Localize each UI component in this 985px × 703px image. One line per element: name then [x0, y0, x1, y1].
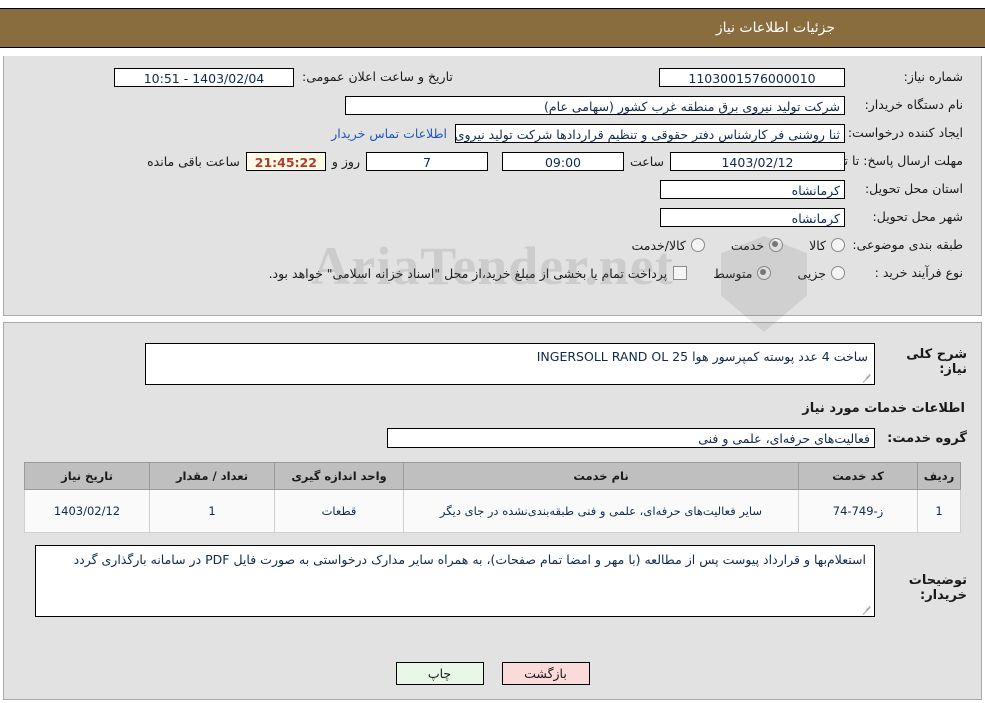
request-creator-label: ایجاد کننده درخواست: [847, 125, 963, 141]
th-service-code: کد خدمت [798, 462, 918, 490]
general-description-textarea[interactable]: ساخت 4 عدد پوسته کمپرسور هوا INGERSOLL R… [145, 343, 875, 385]
radio-indicator-icon [690, 238, 705, 252]
radio-indicator-icon [831, 266, 845, 280]
cell-need-date: 1403/02/12 [24, 489, 150, 533]
remaining-days-label: روز و [331, 153, 360, 169]
print-button[interactable]: چاپ [395, 662, 484, 685]
service-group-value: فعالیت‌های حرفه‌ای، علمی و فنی [387, 428, 875, 448]
row-purchase-process: نوع فرآیند خرید : جزیی متوسط پرداخت تمام… [14, 262, 963, 284]
countdown-timer-value: 21:45:22 [245, 151, 326, 171]
radio-indicator-icon [831, 238, 845, 252]
radio-process-motevaset[interactable]: متوسط [713, 265, 772, 281]
resize-grip-icon[interactable] [863, 374, 872, 383]
cell-service-name: سایر فعالیت‌های حرفه‌ای، علمی و فنی طبقه… [403, 489, 799, 533]
delivery-province-value: کرمانشاه [660, 179, 845, 199]
radio-category-kala[interactable]: کالا [809, 238, 845, 253]
row-buyer-notes: توضیحات خریدار: استعلام‌بها و قرارداد پی… [18, 545, 967, 617]
row-service-group: گروه خدمت: فعالیت‌های حرفه‌ای، علمی و فن… [18, 428, 967, 448]
footer-button-bar: بازگشت چاپ [4, 662, 981, 685]
cell-radif: 1 [917, 489, 961, 533]
treasury-payment-note: پرداخت تمام یا بخشی از مبلغ خرید،از محل … [268, 265, 668, 281]
page-header-bar: جزئیات اطلاعات نیاز [0, 8, 985, 48]
cell-service-code: ز-749-74 [798, 489, 918, 533]
page-root: جزئیات اطلاعات نیاز شماره نیاز: 11030015… [0, 0, 985, 703]
need-number-value: 1103001576000010 [659, 67, 845, 87]
th-quantity: تعداد / مقدار [149, 462, 275, 490]
subject-category-label: طبقه بندی موضوعی: [852, 237, 963, 253]
deadline-time-label: ساعت [629, 153, 664, 169]
radio-category-kala-label: کالا [809, 237, 826, 253]
need-summary-panel: شماره نیاز: 1103001576000010 تاریخ و ساع… [3, 56, 982, 316]
delivery-city-label: شهر محل تحویل: [872, 209, 963, 225]
table-row: 1 ز-749-74 سایر فعالیت‌های حرفه‌ای، علمی… [24, 489, 961, 533]
radio-category-khedmat-label: خدمت [730, 237, 765, 253]
general-description-label: شرح کلی نیاز: [906, 347, 967, 377]
page-title: جزئیات اطلاعات نیاز [715, 20, 835, 36]
row-subject-category: طبقه بندی موضوعی: کالا خدمت کالا/خدمت [14, 234, 963, 256]
th-radif: ردیف [917, 462, 961, 490]
countdown-timer-label: ساعت باقی مانده [147, 153, 240, 169]
radio-process-jozei[interactable]: جزیی [797, 266, 845, 281]
deadline-time-value: 09:00 [501, 151, 624, 171]
subject-category-radio-group: کالا خدمت کالا/خدمت [605, 238, 845, 253]
th-need-date: تاریخ نیاز [24, 462, 150, 490]
delivery-province-label: استان محل تحویل: [864, 181, 963, 197]
need-details-panel: شرح کلی نیاز: ساخت 4 عدد پوسته کمپرسور ه… [3, 322, 982, 700]
general-description-value: ساخت 4 عدد پوسته کمپرسور هوا INGERSOLL R… [536, 349, 868, 364]
purchase-process-label: نوع فرآیند خرید : [874, 265, 963, 281]
request-creator-value: ثنا روشنی فر کارشناس دفتر حقوقی و تنظیم … [455, 123, 845, 143]
buyer-notes-textarea[interactable]: استعلام‌بها و قرارداد پیوست پس از مطالعه… [35, 545, 875, 617]
announce-datetime-label: تاریخ و ساعت اعلان عمومی: [302, 69, 453, 85]
service-group-label: گروه خدمت: [887, 430, 967, 446]
remaining-days-value: 7 [365, 151, 488, 171]
delivery-city-value: کرمانشاه [660, 207, 845, 227]
buyer-org-value: شرکت تولید نیروی برق منطقه غرب کشور (سها… [345, 95, 845, 115]
treasury-payment-checkbox[interactable] [673, 266, 688, 280]
row-buyer-org: نام دستگاه خریدار: شرکت تولید نیروی برق … [14, 94, 963, 116]
buyer-contact-link[interactable]: اطلاعات تماس خریدار [331, 126, 447, 141]
radio-category-kala-khedmat[interactable]: کالا/خدمت [631, 237, 705, 253]
radio-category-khedmat[interactable]: خدمت [730, 237, 784, 253]
buyer-org-label: نام دستگاه خریدار: [864, 97, 963, 113]
buyer-notes-label: توضیحات خریدار: [908, 573, 967, 603]
row-general-description: شرح کلی نیاز: ساخت 4 عدد پوسته کمپرسور ه… [18, 343, 967, 385]
cell-unit: قطعات [274, 489, 404, 533]
back-button[interactable]: بازگشت [501, 662, 590, 685]
th-service-name: نام خدمت [403, 462, 799, 490]
cell-quantity: 1 [149, 489, 275, 533]
row-delivery-city: شهر محل تحویل: کرمانشاه [14, 206, 963, 228]
row-need-number: شماره نیاز: 1103001576000010 تاریخ و ساع… [14, 66, 963, 88]
radio-category-kala-khedmat-label: کالا/خدمت [631, 237, 686, 253]
services-table: ردیف کد خدمت نام خدمت واحد اندازه گیری ت… [24, 462, 961, 533]
radio-indicator-selected-icon [757, 266, 772, 280]
services-section-title: اطلاعات خدمات مورد نیاز [802, 401, 965, 416]
deadline-date-value: 1403/02/12 [670, 151, 845, 171]
row-delivery-province: استان محل تحویل: کرمانشاه [14, 178, 963, 200]
radio-process-jozei-label: جزیی [797, 265, 826, 281]
announce-datetime-value: 1403/02/04 - 10:51 [114, 67, 294, 87]
purchase-process-radio-group: جزیی متوسط [687, 266, 845, 281]
radio-process-motevaset-label: متوسط [713, 265, 753, 281]
deadline-label: مهلت ارسال پاسخ: تا تاریخ: [818, 152, 963, 168]
resize-grip-icon[interactable] [863, 606, 872, 615]
table-header-row: ردیف کد خدمت نام خدمت واحد اندازه گیری ت… [24, 462, 961, 490]
row-response-deadline: مهلت ارسال پاسخ: تا تاریخ: 1403/02/12 سا… [14, 150, 963, 172]
row-request-creator: ایجاد کننده درخواست: ثنا روشنی فر کارشنا… [14, 122, 963, 144]
buyer-notes-value: استعلام‌بها و قرارداد پیوست پس از مطالعه… [73, 552, 866, 567]
radio-indicator-selected-icon [769, 238, 784, 252]
th-unit: واحد اندازه گیری [274, 462, 404, 490]
need-number-label: شماره نیاز: [903, 69, 963, 85]
